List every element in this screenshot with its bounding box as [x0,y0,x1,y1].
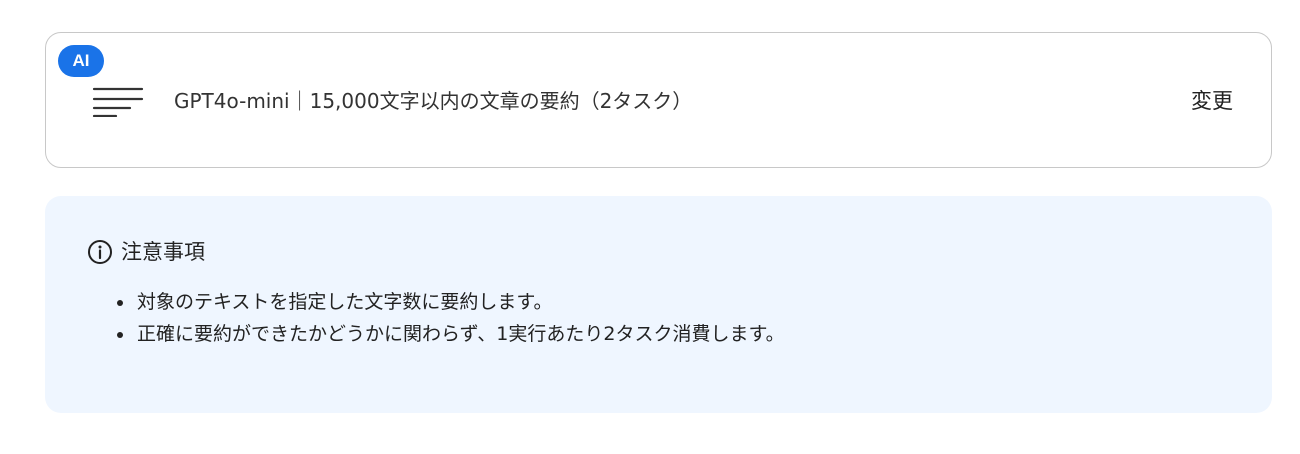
action-label: GPT4o-mini｜15,000文字以内の文章の要約（2タスク） [174,89,693,113]
notice-item: 正確に要約ができたかどうかに関わらず、1実行あたり2タスク消費します。 [135,318,785,350]
notice-title: 注意事項 [121,240,205,264]
notice-heading: 注意事項 [87,238,205,266]
notice-item: 対象のテキストを指定した文字数に要約します。 [135,286,785,318]
text-summary-icon [92,87,144,117]
notice-panel: 注意事項 対象のテキストを指定した文字数に要約します。 正確に要約ができたかどう… [45,196,1272,413]
action-card: AI GPT4o-mini｜15,000文字以内の文章の要約（2タスク） 変更 [45,32,1272,168]
change-button[interactable]: 変更 [1191,87,1233,115]
notice-list: 対象のテキストを指定した文字数に要約します。 正確に要約ができたかどうかに関わら… [115,286,785,350]
ai-badge: AI [58,45,104,77]
info-icon [88,240,112,264]
